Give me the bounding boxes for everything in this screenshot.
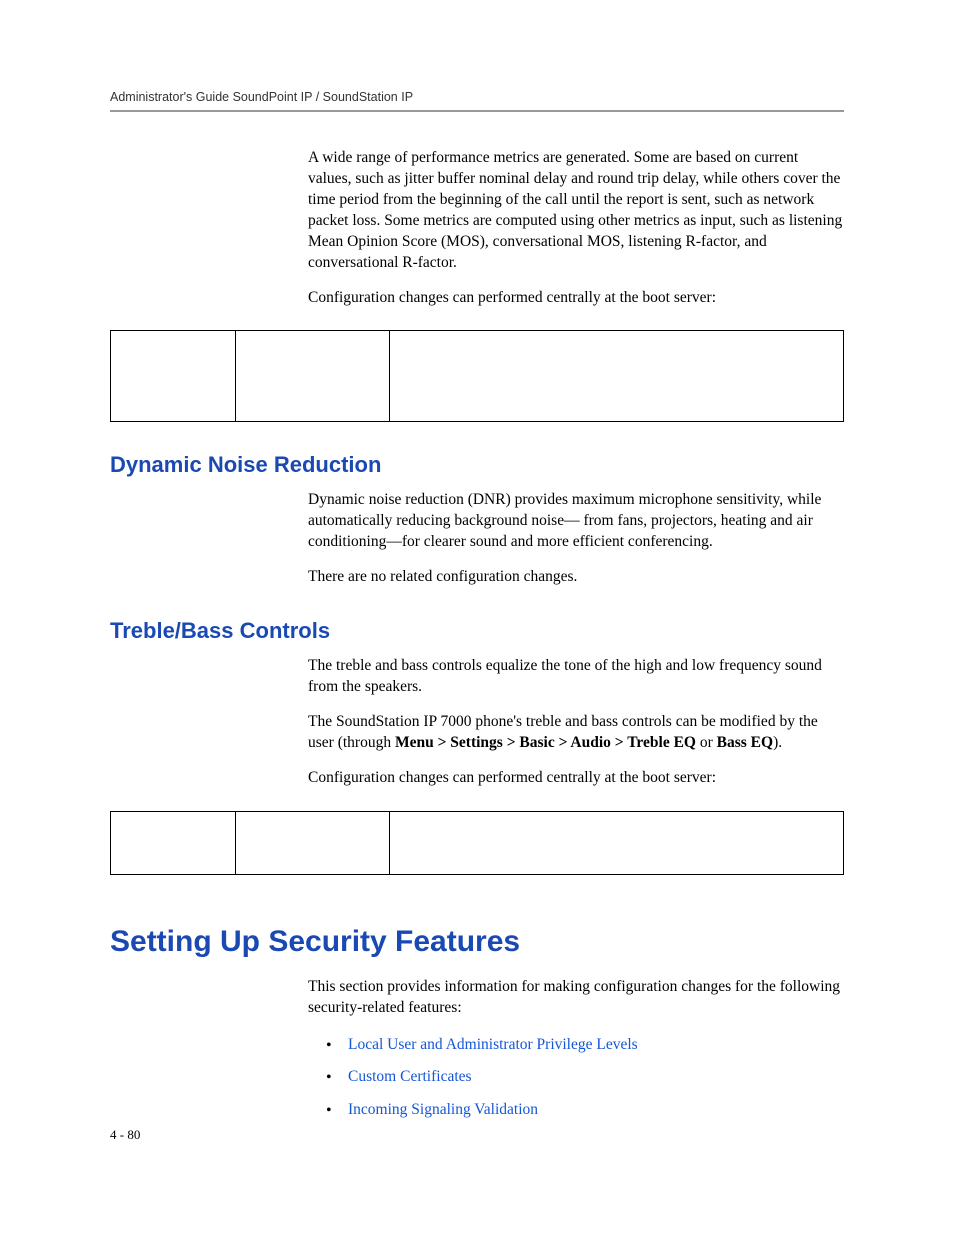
heading-treble-bass-controls: Treble/Bass Controls bbox=[110, 618, 844, 644]
page: Administrator's Guide SoundPoint IP / So… bbox=[0, 0, 954, 1235]
list-item: Incoming Signaling Validation bbox=[326, 1098, 844, 1123]
table-cell bbox=[389, 331, 843, 422]
menu-path-bold: Bass EQ bbox=[717, 734, 773, 751]
treble-paragraph-3: Configuration changes can performed cent… bbox=[308, 768, 844, 789]
intro-paragraph-2: Configuration changes can performed cent… bbox=[308, 288, 844, 309]
treble-paragraph-2: The SoundStation IP 7000 phone's treble … bbox=[308, 712, 844, 754]
heading-setting-up-security-features: Setting Up Security Features bbox=[110, 925, 844, 959]
table-cell bbox=[235, 331, 389, 422]
heading-dynamic-noise-reduction: Dynamic Noise Reduction bbox=[110, 452, 844, 478]
security-intro-block: This section provides information for ma… bbox=[308, 977, 844, 1019]
running-header: Administrator's Guide SoundPoint IP / So… bbox=[110, 90, 844, 104]
config-table-2 bbox=[110, 811, 844, 875]
dnr-paragraph-1: Dynamic noise reduction (DNR) provides m… bbox=[308, 490, 844, 553]
security-paragraph-1: This section provides information for ma… bbox=[308, 977, 844, 1019]
dnr-block: Dynamic noise reduction (DNR) provides m… bbox=[308, 490, 844, 588]
text-fragment: or bbox=[696, 734, 717, 751]
table-row bbox=[111, 331, 844, 422]
security-bullet-list: Local User and Administrator Privilege L… bbox=[308, 1033, 844, 1123]
link-incoming-signaling-validation[interactable]: Incoming Signaling Validation bbox=[348, 1101, 538, 1118]
table-cell bbox=[235, 811, 389, 874]
config-table-1 bbox=[110, 330, 844, 422]
intro-block: A wide range of performance metrics are … bbox=[308, 148, 844, 308]
intro-paragraph-1: A wide range of performance metrics are … bbox=[308, 148, 844, 274]
text-fragment: ). bbox=[773, 734, 782, 751]
table-row bbox=[111, 811, 844, 874]
link-custom-certificates[interactable]: Custom Certificates bbox=[348, 1068, 472, 1085]
page-number: 4 - 80 bbox=[110, 1127, 140, 1143]
table-cell bbox=[111, 811, 236, 874]
table-cell bbox=[111, 331, 236, 422]
treble-paragraph-1: The treble and bass controls equalize th… bbox=[308, 656, 844, 698]
header-rule bbox=[110, 110, 844, 112]
dnr-paragraph-2: There are no related configuration chang… bbox=[308, 567, 844, 588]
list-item: Local User and Administrator Privilege L… bbox=[326, 1033, 844, 1058]
menu-path-bold: Menu > Settings > Basic > Audio > Treble… bbox=[395, 734, 696, 751]
list-item: Custom Certificates bbox=[326, 1065, 844, 1090]
table-cell bbox=[389, 811, 843, 874]
link-local-user-admin-privilege[interactable]: Local User and Administrator Privilege L… bbox=[348, 1036, 638, 1053]
treble-block: The treble and bass controls equalize th… bbox=[308, 656, 844, 789]
